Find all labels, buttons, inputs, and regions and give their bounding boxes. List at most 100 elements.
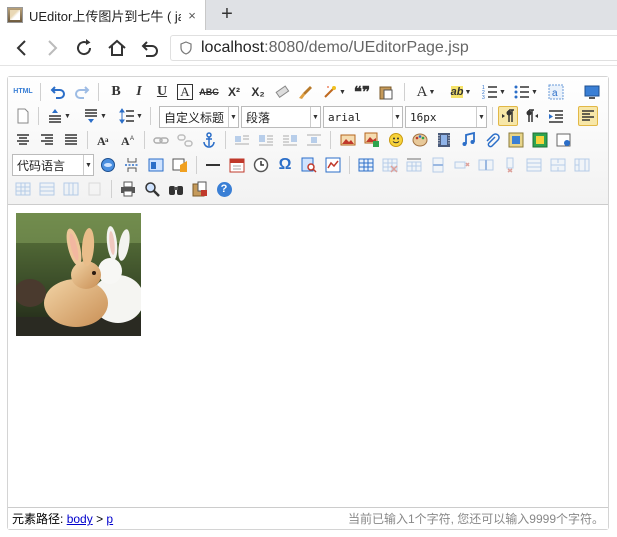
music-button[interactable] — [458, 130, 478, 150]
to-uppercase-button[interactable]: Aa — [94, 130, 114, 150]
auto-typeset-button[interactable]: ▼ — [320, 82, 348, 102]
unordered-list-button[interactable]: ▼ — [512, 82, 540, 102]
delete-row-button[interactable] — [452, 155, 472, 175]
remove-format-button[interactable] — [272, 82, 292, 102]
simple-upload-button[interactable] — [338, 130, 358, 150]
font-family-select[interactable]: arial ▼ — [323, 106, 403, 128]
ordered-list-button[interactable]: 1 2 3 ▼ — [480, 82, 508, 102]
split-to-cols-button[interactable] — [61, 179, 81, 199]
anchor-button[interactable] — [199, 130, 219, 150]
source-code-button[interactable]: HTML — [12, 81, 34, 101]
element-path-p-link[interactable]: p — [106, 512, 113, 526]
unlink-button[interactable] — [175, 130, 195, 150]
select-all-button[interactable]: a — [546, 82, 566, 102]
insert-table-button[interactable] — [356, 155, 376, 175]
image-center-button[interactable] — [304, 130, 324, 150]
chart-button[interactable] — [85, 179, 105, 199]
browser-tab[interactable]: UEditor上传图片到七牛 ( ja × — [0, 0, 206, 30]
address-bar[interactable]: localhost:8080/demo/UEditorPage.jsp — [170, 35, 617, 61]
webapp-button[interactable] — [98, 155, 118, 175]
merge-cells-button[interactable] — [524, 155, 544, 175]
code-language-select[interactable]: 代码语言 ▼ — [12, 154, 94, 176]
emotion-button[interactable] — [386, 130, 406, 150]
indent-button[interactable] — [546, 106, 566, 126]
home-button[interactable] — [105, 36, 129, 60]
row-spacing-top-button[interactable]: ▼ — [44, 106, 74, 126]
format-match-button[interactable] — [296, 82, 316, 102]
insert-image-button[interactable] — [362, 130, 382, 150]
merge-down-button[interactable] — [572, 155, 592, 175]
clear-doc-button[interactable] — [13, 106, 33, 126]
template-button[interactable] — [146, 155, 166, 175]
ltr-icon — [502, 109, 514, 122]
justify-left-active-button[interactable] — [578, 106, 598, 126]
attachment-button[interactable] — [482, 130, 502, 150]
map-button[interactable] — [506, 130, 526, 150]
insert-video-button[interactable] — [434, 130, 454, 150]
align-center-button[interactable] — [13, 130, 33, 150]
gmap-button[interactable] — [530, 130, 550, 150]
to-lowercase-button[interactable]: AA — [118, 130, 138, 150]
print-button[interactable] — [118, 179, 138, 199]
subscript-button[interactable]: X₂ — [248, 82, 268, 102]
help-button[interactable]: ? — [214, 179, 234, 199]
site-info-shield-icon[interactable] — [179, 41, 193, 55]
insert-frame-button[interactable] — [554, 130, 574, 150]
custom-style-select[interactable]: 自定义标题 ▼ — [159, 106, 239, 128]
close-tab-icon[interactable]: × — [185, 8, 199, 23]
image-right-button[interactable] — [280, 130, 300, 150]
undo-button[interactable] — [48, 82, 68, 102]
insert-time-button[interactable] — [251, 155, 271, 175]
search-button[interactable] — [166, 179, 186, 199]
delete-table-button[interactable] — [380, 155, 400, 175]
page-break-button[interactable] — [122, 155, 142, 175]
split-to-rows-button[interactable] — [37, 179, 57, 199]
drafts-button[interactable] — [190, 179, 210, 199]
new-tab-button[interactable]: + — [216, 3, 238, 25]
insert-col-button[interactable] — [476, 155, 496, 175]
preview-button[interactable] — [582, 82, 602, 102]
paragraph-select[interactable]: 段落 ▼ — [241, 106, 321, 128]
ltr-direction-button[interactable] — [498, 106, 518, 126]
merge-right-button[interactable] — [548, 155, 568, 175]
strikethrough-button[interactable]: ABC — [198, 82, 220, 102]
inserted-rabbit-image[interactable] — [16, 213, 141, 336]
font-color-button[interactable]: A ▼ — [412, 82, 440, 102]
row-spacing-bottom-button[interactable]: ▼ — [80, 106, 110, 126]
forward-button[interactable] — [40, 36, 64, 60]
align-right-button[interactable] — [37, 130, 57, 150]
delete-col-button[interactable] — [500, 155, 520, 175]
back-button[interactable] — [10, 36, 34, 60]
horizontal-rule-button[interactable] — [203, 155, 223, 175]
search-replace-button[interactable] — [299, 155, 319, 175]
split-to-cells-button[interactable] — [13, 179, 33, 199]
background-button[interactable] — [170, 155, 190, 175]
rtl-direction-button[interactable] — [522, 106, 542, 126]
insert-link-button[interactable] — [151, 130, 171, 150]
background-color-button[interactable]: ab ▼ — [446, 82, 476, 102]
insert-row-button[interactable] — [428, 155, 448, 175]
font-border-button[interactable]: A — [177, 84, 193, 100]
italic-button[interactable]: I — [129, 82, 149, 102]
align-justify-button[interactable] — [61, 130, 81, 150]
image-left-button[interactable] — [256, 130, 276, 150]
insert-date-button[interactable] — [227, 155, 247, 175]
redo-button[interactable] — [72, 82, 92, 102]
underline-button[interactable]: U — [152, 82, 172, 102]
blockquote-button[interactable]: ❝❞ — [352, 82, 372, 102]
special-chars-button[interactable]: Ω — [275, 155, 295, 175]
scrawl-button[interactable] — [410, 130, 430, 150]
print-preview-button[interactable] — [142, 179, 162, 199]
element-path-body-link[interactable]: body — [67, 512, 93, 526]
image-none-button[interactable] — [232, 130, 252, 150]
editor-content-area[interactable] — [8, 205, 608, 507]
undo-close-button[interactable] — [138, 36, 162, 60]
insert-paragraph-before-table-button[interactable] — [404, 155, 424, 175]
line-height-button[interactable]: ▼ — [116, 106, 146, 126]
paste-plain-button[interactable] — [376, 82, 396, 102]
superscript-button[interactable]: X² — [224, 82, 244, 102]
font-size-select[interactable]: 16px ▼ — [405, 106, 487, 128]
word-image-button[interactable] — [323, 155, 343, 175]
reload-button[interactable] — [72, 36, 96, 60]
bold-button[interactable]: B — [106, 82, 126, 102]
